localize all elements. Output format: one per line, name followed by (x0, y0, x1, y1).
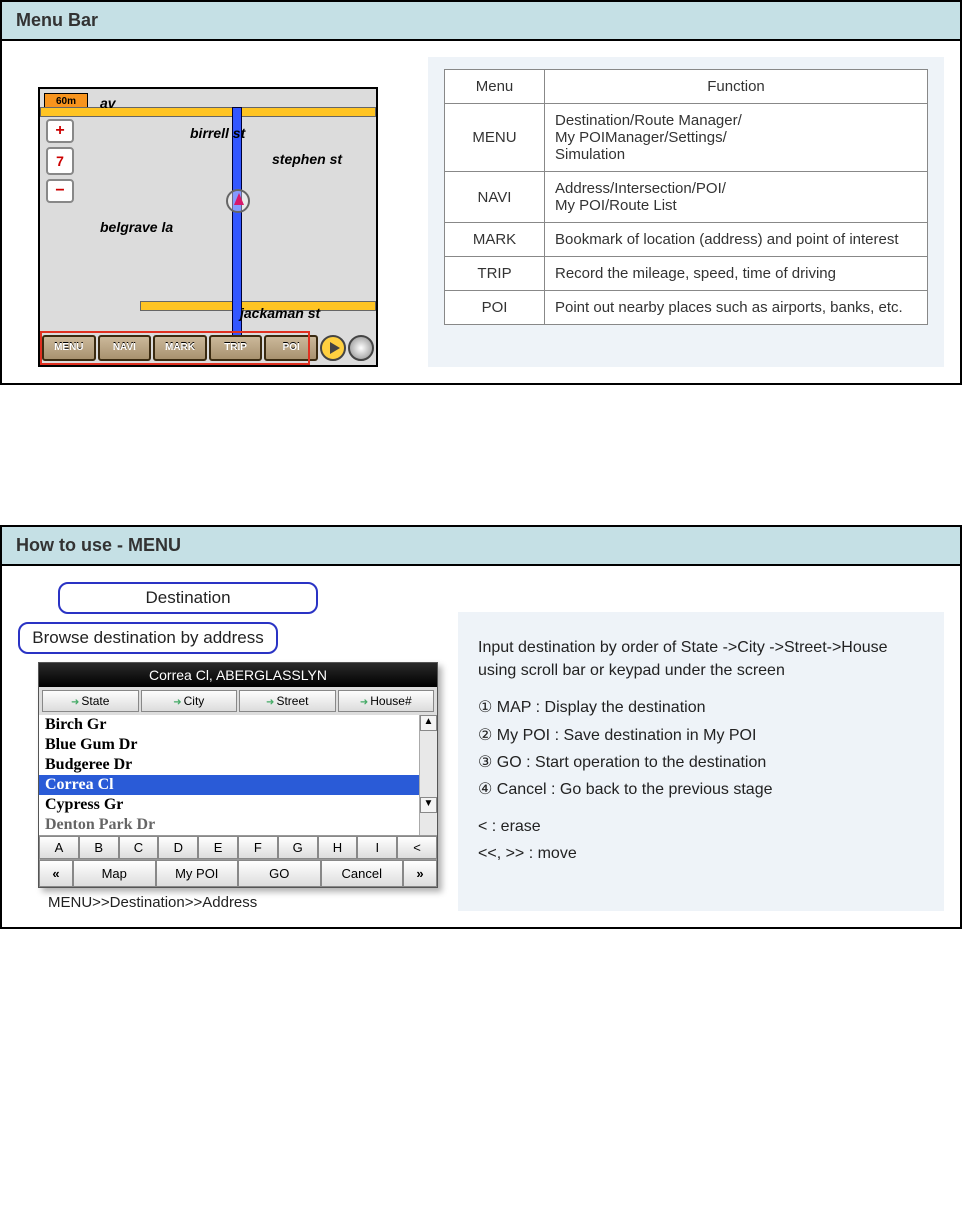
zoom-in-button[interactable]: + (46, 119, 74, 143)
key[interactable]: D (158, 836, 198, 859)
map-menu-bar: MENU NAVI MARK TRIP POI (42, 333, 374, 363)
street-label: birrell st (190, 125, 245, 141)
poi-button[interactable]: POI (264, 335, 318, 361)
section-menu-bar: Menu Bar 60m + 7 − av birrell st stephen… (0, 0, 962, 385)
menu-cell: POI (445, 291, 545, 325)
list-item[interactable]: Blue Gum Dr (39, 735, 437, 755)
position-cursor-icon (226, 189, 250, 213)
key[interactable]: E (198, 836, 238, 859)
list-item-selected[interactable]: Correa Cl (39, 775, 437, 795)
key-erase[interactable]: < (397, 836, 437, 859)
notes-item: ① MAP : Display the destination (478, 696, 924, 719)
table-row: TRIP Record the mileage, speed, time of … (445, 257, 928, 291)
map-button[interactable]: Map (73, 860, 156, 887)
navi-button[interactable]: NAVI (98, 335, 152, 361)
bottom-row: « Map My POI GO Cancel » (39, 859, 437, 887)
destination-list: Birch Gr Blue Gum Dr Budgeree Dr Correa … (39, 715, 437, 835)
notes-item: ② My POI : Save destination in My POI (478, 724, 924, 747)
next-button[interactable]: » (403, 860, 437, 887)
scroll-down-icon[interactable]: ▼ (420, 797, 437, 813)
street-label: stephen st (272, 151, 342, 167)
function-cell: Address/Intersection/POI/ My POI/Route L… (545, 172, 928, 223)
destination-screen: Correa Cl, ABERGLASSLYN ➜State ➜City ➜St… (38, 662, 438, 888)
notes-item: ④ Cancel : Go back to the previous stage (478, 778, 924, 801)
function-cell: Record the mileage, speed, time of drivi… (545, 257, 928, 291)
table-row: NAVI Address/Intersection/POI/ My POI/Ro… (445, 172, 928, 223)
table-row: POI Point out nearby places such as airp… (445, 291, 928, 325)
pill-destination: Destination (58, 582, 318, 614)
globe-icon[interactable] (348, 335, 374, 361)
function-table: Menu Function MENU Destination/Route Man… (444, 69, 928, 325)
mark-button[interactable]: MARK (153, 335, 207, 361)
section-title: How to use - MENU (2, 527, 960, 566)
notes-panel: Input destination by order of State ->Ci… (458, 612, 944, 911)
menu-cell: MARK (445, 223, 545, 257)
mypoi-button[interactable]: My POI (156, 860, 239, 887)
menu-button[interactable]: MENU (42, 335, 96, 361)
menu-cell: NAVI (445, 172, 545, 223)
key[interactable]: B (79, 836, 119, 859)
key[interactable]: H (318, 836, 358, 859)
key[interactable]: C (119, 836, 159, 859)
function-cell: Bookmark of location (address) and point… (545, 223, 928, 257)
notes-item: ③ GO : Start operation to the destinatio… (478, 751, 924, 774)
list-item[interactable]: Birch Gr (39, 715, 437, 735)
menu-cell: TRIP (445, 257, 545, 291)
scrollbar[interactable]: ▲ ▼ (419, 715, 437, 835)
notes-intro: Input destination by order of State ->Ci… (478, 636, 924, 682)
list-item[interactable]: Denton Park Dr (39, 815, 437, 835)
table-row: MARK Bookmark of location (address) and … (445, 223, 928, 257)
tab-street[interactable]: ➜Street (239, 690, 336, 712)
day-indicator: 7 (46, 147, 74, 175)
breadcrumb-caption: MENU>>Destination>>Address (48, 894, 438, 911)
keypad-row: A B C D E F G H I < (39, 835, 437, 859)
cancel-button[interactable]: Cancel (321, 860, 404, 887)
notes-move: <<, >> : move (478, 842, 924, 865)
go-button[interactable]: GO (238, 860, 321, 887)
play-icon[interactable] (320, 335, 346, 361)
zoom-out-button[interactable]: − (46, 179, 74, 203)
street-label: belgrave la (100, 219, 173, 235)
prev-button[interactable]: « (39, 860, 73, 887)
section-title: Menu Bar (2, 2, 960, 41)
scroll-up-icon[interactable]: ▲ (420, 715, 437, 731)
function-cell: Destination/Route Manager/ My POIManager… (545, 104, 928, 172)
key[interactable]: A (39, 836, 79, 859)
table-row: MENU Destination/Route Manager/ My POIMa… (445, 104, 928, 172)
key[interactable]: I (357, 836, 397, 859)
function-cell: Point out nearby places such as airports… (545, 291, 928, 325)
table-header-menu: Menu (445, 70, 545, 104)
key[interactable]: G (278, 836, 318, 859)
tab-state[interactable]: ➜State (42, 690, 139, 712)
notes-erase: < : erase (478, 815, 924, 838)
section-how-to-use-menu: How to use - MENU Destination Browse des… (0, 525, 962, 929)
key[interactable]: F (238, 836, 278, 859)
tab-house[interactable]: ➜House# (338, 690, 435, 712)
table-header-function: Function (545, 70, 928, 104)
tab-city[interactable]: ➜City (141, 690, 238, 712)
pill-browse-by-address: Browse destination by address (18, 622, 278, 654)
map-screenshot: 60m + 7 − av birrell st stephen st belgr… (38, 87, 378, 367)
trip-button[interactable]: TRIP (209, 335, 263, 361)
street-label: jackaman st (240, 305, 320, 321)
menu-cell: MENU (445, 104, 545, 172)
list-item[interactable]: Budgeree Dr (39, 755, 437, 775)
function-table-panel: Menu Function MENU Destination/Route Man… (428, 57, 944, 367)
list-item[interactable]: Cypress Gr (39, 795, 437, 815)
street-label: av (100, 95, 116, 111)
destination-title: Correa Cl, ABERGLASSLYN (39, 663, 437, 687)
